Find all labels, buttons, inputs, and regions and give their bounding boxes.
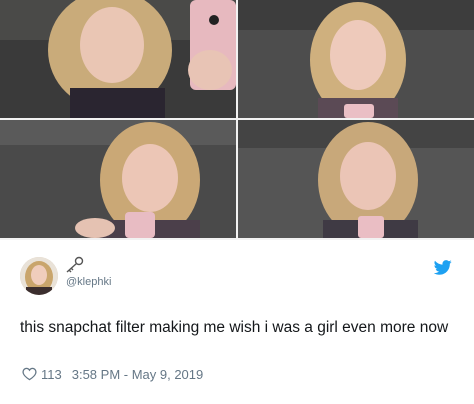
selfie-photo-4 [238,120,474,238]
tweet-card: @klephki this snapchat filter making me … [0,240,474,404]
tweet-timestamp[interactable]: 3:58 PM - May 9, 2019 [72,367,204,382]
tweet-text: this snapchat filter making me wish i wa… [20,319,449,336]
heart-icon[interactable] [22,367,37,381]
selfie-photo-2 [238,0,474,118]
user-handle[interactable]: @klephki [66,276,111,288]
tweet-meta: 113 3:58 PM - May 9, 2019 [22,365,203,383]
twitter-bird-icon[interactable] [434,260,452,275]
selfie-photo-3 [0,120,236,238]
key-icon [66,256,84,273]
selfie-photo-1 [0,0,236,118]
photo-collage [0,0,474,240]
like-count: 113 [41,366,62,382]
avatar[interactable] [20,257,58,295]
